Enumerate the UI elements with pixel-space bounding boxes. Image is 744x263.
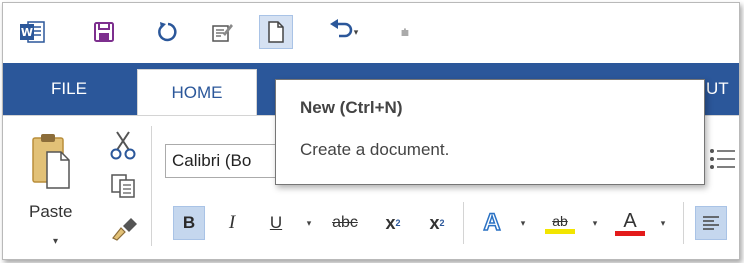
highlight-button[interactable]: ab bbox=[543, 206, 577, 240]
highlight-text: ab bbox=[552, 212, 568, 229]
italic-button[interactable]: I bbox=[221, 206, 243, 240]
underline-dropdown-icon[interactable]: ▾ bbox=[303, 206, 315, 240]
copy-icon[interactable] bbox=[109, 172, 137, 205]
paragraph-divider bbox=[683, 202, 684, 244]
text-effects-dropdown-icon[interactable]: ▾ bbox=[517, 206, 529, 240]
strikethrough-button[interactable]: abc bbox=[327, 206, 363, 240]
word-app-icon[interactable]: W bbox=[15, 15, 49, 49]
paste-icon[interactable] bbox=[31, 132, 71, 195]
format-painter-icon[interactable] bbox=[109, 216, 139, 247]
undo-icon bbox=[328, 18, 354, 46]
tab-layout-partial[interactable]: UT bbox=[706, 63, 729, 115]
refresh-icon[interactable] bbox=[151, 15, 185, 49]
new-document-tooltip: New (Ctrl+N) Create a document. bbox=[275, 79, 705, 185]
subscript-digit: 2 bbox=[395, 218, 401, 228]
paste-dropdown-icon[interactable]: ▾ bbox=[53, 236, 58, 247]
paste-button[interactable]: Paste bbox=[29, 202, 72, 222]
undo-dropdown-icon[interactable]: ▾ bbox=[354, 27, 359, 38]
format-divider bbox=[463, 202, 464, 244]
bullets-icon[interactable] bbox=[709, 146, 737, 177]
superscript-button[interactable]: x2 bbox=[423, 206, 451, 240]
text-effects-button[interactable]: A bbox=[479, 206, 505, 240]
font-color-letter: A bbox=[623, 209, 637, 232]
highlight-color-bar bbox=[545, 228, 575, 234]
align-left-icon bbox=[703, 216, 719, 230]
edit-document-icon[interactable] bbox=[205, 15, 239, 49]
svg-text:W: W bbox=[21, 26, 33, 39]
subscript-button[interactable]: x2 bbox=[379, 206, 407, 240]
tab-file[interactable]: FILE bbox=[3, 63, 135, 115]
quick-access-toolbar: W ▾ ⩧ bbox=[3, 3, 739, 63]
tooltip-title: New (Ctrl+N) bbox=[300, 98, 403, 117]
align-left-button[interactable] bbox=[695, 206, 727, 240]
bold-button[interactable]: B bbox=[173, 206, 205, 240]
word-window: W ▾ ⩧ FILE HOME UT Paste ▾ Calibri (Bo B… bbox=[2, 2, 740, 260]
tab-home[interactable]: HOME bbox=[137, 69, 257, 115]
font-color-bar bbox=[615, 230, 645, 236]
customize-toolbar-icon[interactable]: ⩧ bbox=[393, 15, 417, 49]
cut-icon[interactable] bbox=[109, 130, 137, 165]
font-color-dropdown-icon[interactable]: ▾ bbox=[657, 206, 669, 240]
highlight-dropdown-icon[interactable]: ▾ bbox=[589, 206, 601, 240]
tooltip-description: Create a document. bbox=[300, 140, 450, 159]
superscript-digit: 2 bbox=[439, 218, 445, 228]
font-color-button[interactable]: A bbox=[613, 206, 647, 240]
undo-button[interactable]: ▾ bbox=[319, 15, 367, 49]
group-divider bbox=[151, 126, 152, 246]
save-icon[interactable] bbox=[87, 15, 121, 49]
new-document-icon[interactable] bbox=[259, 15, 293, 49]
subscript-base: x bbox=[385, 212, 396, 233]
superscript-base: x bbox=[429, 212, 440, 233]
underline-button[interactable]: U bbox=[265, 206, 287, 240]
